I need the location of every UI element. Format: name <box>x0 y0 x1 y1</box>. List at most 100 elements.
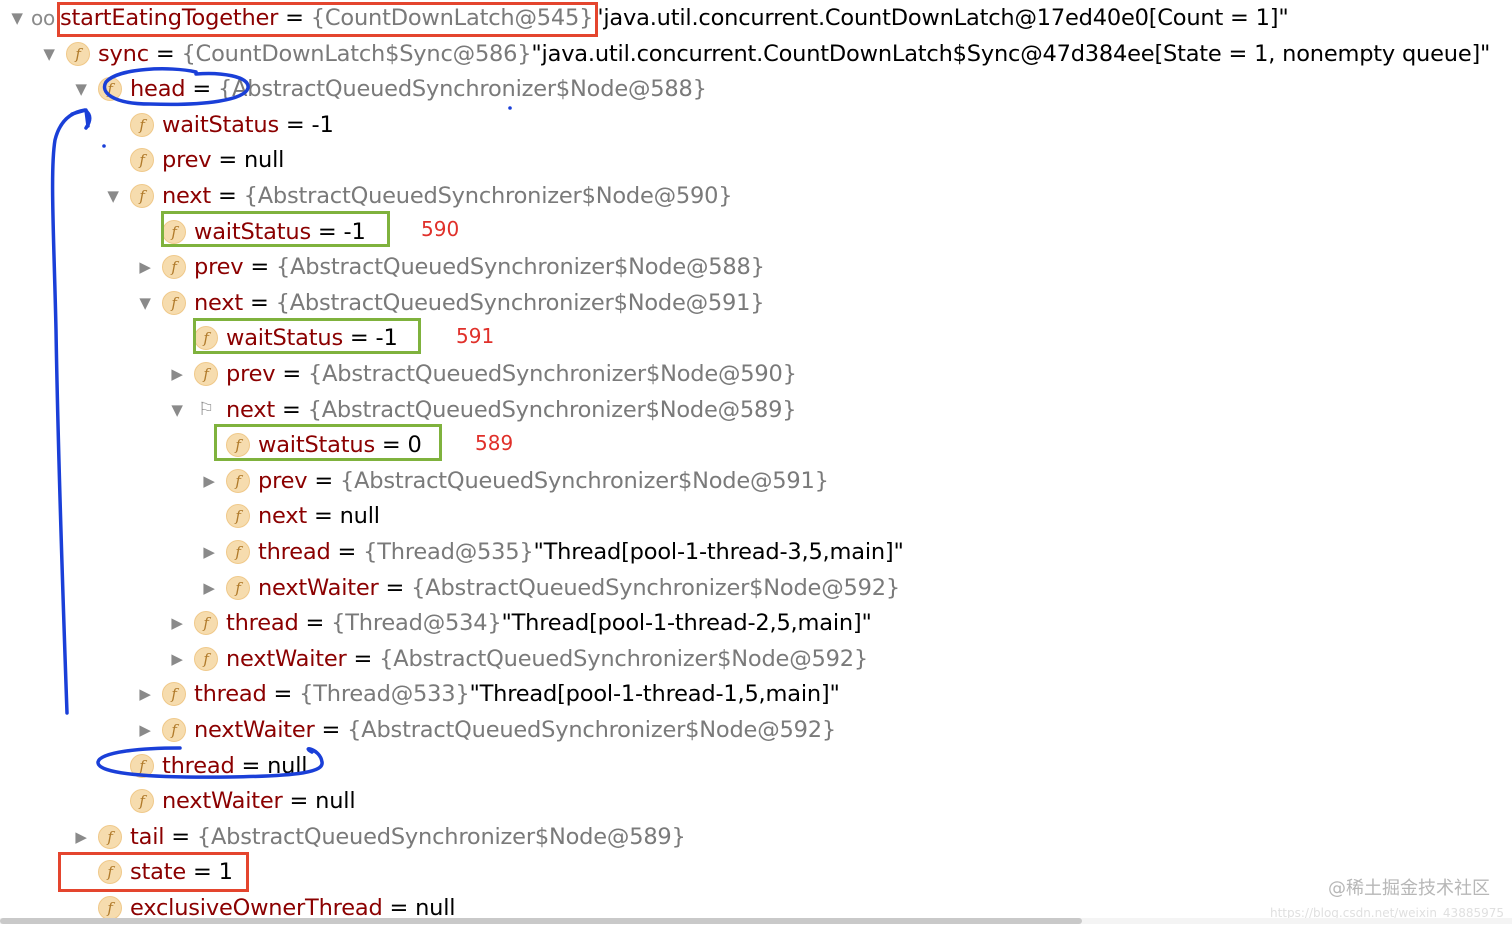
field-icon: f <box>194 646 218 671</box>
field-name: prev <box>258 467 308 494</box>
highlight-box-wait-status-589 <box>214 424 442 461</box>
equals-sign: = <box>211 147 244 174</box>
expand-down-icon[interactable]: ▼ <box>6 9 28 27</box>
tree-row-wait-status[interactable]: ▶fwaitStatus = -1 <box>102 108 334 142</box>
tree-row-thread[interactable]: ▶fthread = null <box>102 749 308 783</box>
expand-down-icon[interactable]: ▼ <box>166 401 188 419</box>
equals-sign: = <box>211 183 244 209</box>
equals-sign: = <box>243 254 276 281</box>
expand-down-icon[interactable]: ▼ <box>38 45 60 63</box>
field-name: waitStatus <box>162 111 279 138</box>
expand-right-icon[interactable]: ▶ <box>134 258 156 276</box>
field-icon: f <box>98 896 122 920</box>
expand-right-icon[interactable]: ▶ <box>166 614 188 632</box>
field-name: next <box>162 183 212 209</box>
variables-tree: ▼ oo startEatingTogether = {CountDownLatch… <box>0 0 1512 924</box>
tree-row-prev[interactable]: ▶fprev = null <box>102 143 284 177</box>
field-icon: f <box>66 41 90 66</box>
expand-down-icon[interactable]: ▼ <box>70 80 92 98</box>
field-name: thread <box>258 539 331 565</box>
equals-sign: = <box>243 289 276 316</box>
equals-sign: = <box>164 823 197 850</box>
equals-sign: = <box>234 752 268 779</box>
field-icon: f <box>98 824 122 849</box>
expand-down-icon[interactable]: ▼ <box>134 294 156 312</box>
expand-right-icon[interactable]: ▶ <box>70 828 92 846</box>
field-value: "java.util.concurrent.CountDownLatch@17e… <box>593 5 1289 31</box>
field-icon: f <box>194 611 218 636</box>
tree-row-next[interactable]: ▼ f next = {AbstractQueuedSynchronizer$Nod… <box>102 179 732 213</box>
field-name: nextWaiter <box>226 645 347 672</box>
field-icon: f <box>130 112 154 137</box>
field-icon: f <box>130 789 154 814</box>
field-icon: f <box>226 540 250 564</box>
field-reference: {AbstractQueuedSynchronizer$Node@590} <box>307 361 797 387</box>
expand-down-icon[interactable]: ▼ <box>102 187 124 205</box>
field-name: next <box>226 396 276 423</box>
tree-row-prev[interactable]: ▶ f prev = {AbstractQueuedSynchronizer$Nod… <box>134 250 765 284</box>
expand-right-icon[interactable]: ▶ <box>134 721 156 739</box>
field-icon: f <box>130 148 154 173</box>
field-name: nextWaiter <box>194 717 315 743</box>
highlight-box-state <box>58 852 249 892</box>
field-icon: f <box>98 77 122 102</box>
expand-right-icon[interactable]: ▶ <box>198 543 220 561</box>
watermark: @稀土掘金技术社区 <box>1328 878 1490 899</box>
tree-row-thread[interactable]: ▶ f thread = {Thread@534} "Thread[pool-1-t… <box>166 606 872 640</box>
field-reference: {AbstractQueuedSynchronizer$Node@589} <box>196 823 686 850</box>
equals-sign: = <box>378 574 412 601</box>
tree-row-next-waiter[interactable]: ▶fnextWaiter = null <box>102 784 356 818</box>
field-icon: f <box>226 575 250 600</box>
field-reference: {AbstractQueuedSynchronizer$Node@589} <box>307 396 797 423</box>
field-value: null <box>243 147 285 174</box>
expand-right-icon[interactable]: ▶ <box>198 472 220 490</box>
equals-sign: = <box>275 396 308 423</box>
field-icon: f <box>162 255 186 280</box>
field-name: nextWaiter <box>258 574 379 601</box>
field-icon: f <box>162 290 186 315</box>
field-reference: {Thread@534} <box>331 610 502 637</box>
tree-row-next[interactable]: ▼ f next = {AbstractQueuedSynchronizer$Nod… <box>134 286 764 320</box>
expand-right-icon[interactable]: ▶ <box>198 579 220 597</box>
equals-sign: = <box>314 717 348 743</box>
scrollbar-thumb[interactable] <box>0 918 1082 924</box>
equals-sign: = <box>185 76 218 103</box>
tree-row-next-waiter[interactable]: ▶ f nextWaiter = {AbstractQueuedSynchroniz… <box>134 713 836 747</box>
highlight-box-wait-status-590 <box>161 211 390 247</box>
equals-sign: = <box>298 610 332 637</box>
field-value: -1 <box>311 111 334 138</box>
tree-row-thread[interactable]: ▶ f thread = {Thread@533} "Thread[pool-1-t… <box>134 677 840 711</box>
tree-row-thread[interactable]: ▶ f thread = {Thread@535} "Thread[pool-1-t… <box>198 535 904 569</box>
field-reference: {AbstractQueuedSynchronizer$Node@588} <box>217 76 707 103</box>
field-value: "Thread[pool-1-thread-1,5,main]" <box>469 681 840 708</box>
tree-row-next-waiter[interactable]: ▶ f nextWaiter = {AbstractQueuedSynchroniz… <box>166 642 868 676</box>
equals-sign: = <box>307 467 340 494</box>
equals-sign: = <box>278 111 312 138</box>
annotation-590: 590 <box>421 217 460 241</box>
expand-right-icon[interactable]: ▶ <box>166 365 188 383</box>
field-icon: f <box>194 362 218 386</box>
highlight-box-wait-status-591 <box>193 318 421 354</box>
field-value: "Thread[pool-1-thread-2,5,main]" <box>501 610 872 637</box>
expand-right-icon[interactable]: ▶ <box>166 650 188 668</box>
field-name: prev <box>162 147 212 174</box>
field-reference: {AbstractQueuedSynchronizer$Node@591} <box>275 289 765 316</box>
field-name: thread <box>194 681 267 708</box>
tree-row-prev[interactable]: ▶ f prev = {AbstractQueuedSynchronizer$Nod… <box>198 464 829 498</box>
tree-row-tail[interactable]: ▶ f tail = {AbstractQueuedSynchronizer$Nod… <box>70 820 686 854</box>
tree-row-next-waiter[interactable]: ▶ f nextWaiter = {AbstractQueuedSynchroniz… <box>198 571 900 605</box>
tree-row-head[interactable]: ▼ f head = {AbstractQueuedSynchronizer$Nod… <box>70 72 707 106</box>
tree-row-sync[interactable]: ▼ f sync = {CountDownLatch$Sync@586} "java… <box>38 37 1490 71</box>
tree-row-next[interactable]: ▼ ⚐ next = {AbstractQueuedSynchronizer$Nod… <box>166 393 796 427</box>
tree-row-prev[interactable]: ▶ f prev = {AbstractQueuedSynchronizer$Nod… <box>166 357 797 391</box>
equals-sign: = <box>330 539 364 565</box>
expand-right-icon[interactable]: ▶ <box>134 685 156 703</box>
field-icon: f <box>130 753 154 778</box>
horizontal-scrollbar[interactable] <box>0 918 1512 924</box>
flag-icon: ⚐ <box>198 399 214 421</box>
field-name: thread <box>162 752 235 779</box>
tree-row-next[interactable]: ▶fnext = null <box>198 499 380 533</box>
field-reference: {AbstractQueuedSynchronizer$Node@590} <box>243 183 733 209</box>
field-reference: {Thread@533} <box>299 681 470 708</box>
field-value: null <box>315 788 356 815</box>
